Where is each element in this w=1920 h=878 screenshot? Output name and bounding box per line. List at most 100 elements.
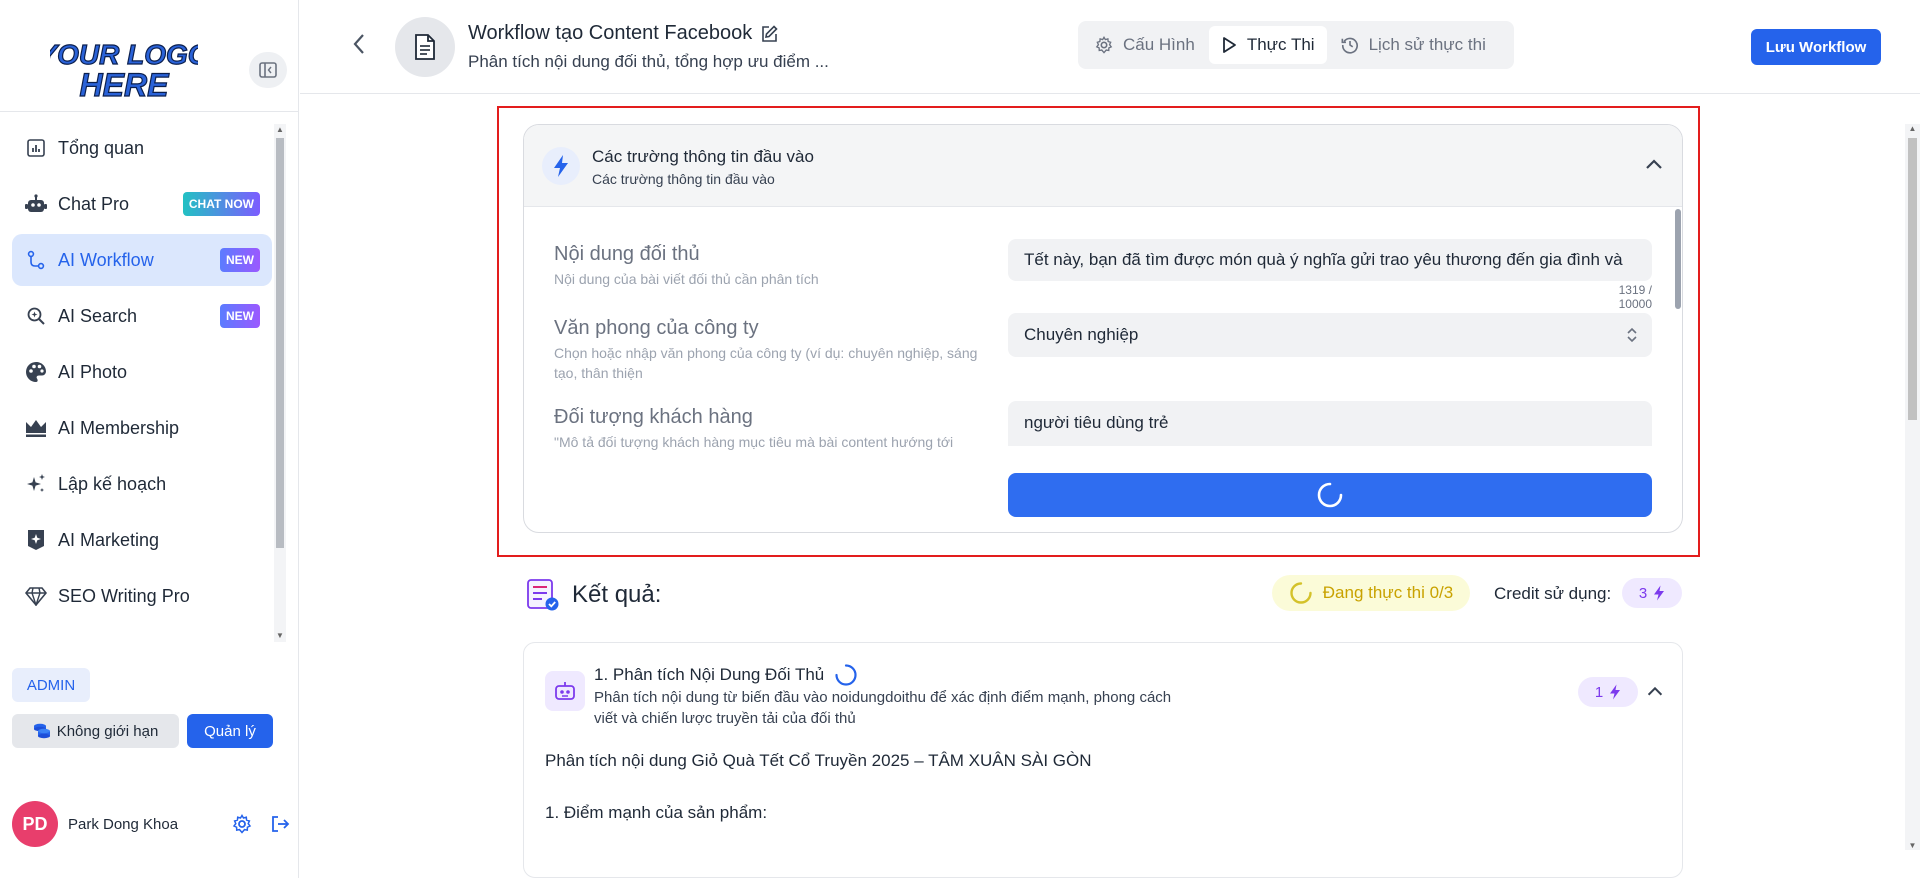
spinner-icon xyxy=(1290,582,1312,604)
sidebar-item-chat-pro[interactable]: Chat Pro CHAT NOW xyxy=(12,178,272,230)
result-header: Kết quả: xyxy=(526,574,661,616)
sidebar: YOUR LOGO HERE Tổng quan Chat Pro CHAT N… xyxy=(0,0,299,878)
workflow-avatar xyxy=(395,17,455,77)
sidebar-item-label: AI Marketing xyxy=(58,529,160,550)
input-card-subtitle: Các trường thông tin đầu vào xyxy=(592,171,775,187)
run-button[interactable] xyxy=(1008,473,1652,517)
plan-limit-button[interactable]: Không giới hạn xyxy=(12,714,179,748)
logout-icon[interactable] xyxy=(268,812,292,836)
step-title: 1. Phân tích Nội Dung Đối Thủ xyxy=(594,665,825,684)
svg-text:YOUR LOGO: YOUR LOGO xyxy=(50,39,198,70)
star-square-icon xyxy=(24,528,48,552)
chart-bar-icon xyxy=(24,136,48,160)
tab-label: Lịch sử thực thi xyxy=(1368,35,1486,54)
back-button[interactable] xyxy=(347,30,371,58)
spinner-icon xyxy=(1317,482,1343,508)
workflow-title: Workflow tạo Content Facebook xyxy=(468,22,753,44)
sidebar-item-label: AI Workflow xyxy=(58,249,154,270)
page-title: Workflow tạo Content Facebook xyxy=(468,22,778,45)
input-card-title: Các trường thông tin đầu vào xyxy=(592,147,814,166)
company-logo[interactable]: YOUR LOGO HERE xyxy=(50,34,198,102)
sidebar-item-label: Chat Pro xyxy=(58,193,130,214)
robot-icon xyxy=(555,682,575,700)
palette-icon xyxy=(24,360,48,384)
scroll-down-arrow[interactable]: ▼ xyxy=(274,630,286,642)
tone-select-value: Chuyên nghiệp xyxy=(1024,325,1139,344)
sidebar-item-ai-search[interactable]: AI Search NEW xyxy=(12,290,272,342)
collapse-sidebar-button[interactable] xyxy=(249,52,287,88)
tab-label: Cấu Hình xyxy=(1123,35,1195,54)
scrollbar-thumb[interactable] xyxy=(1908,138,1917,420)
field-label-van-phong: Văn phong của công ty xyxy=(554,317,759,339)
competitor-content-input[interactable]: Tết này, bạn đã tìm được món quà ý nghĩa… xyxy=(1008,239,1652,281)
scrollbar-thumb[interactable] xyxy=(276,138,284,548)
field-help-noi-dung-doi-thu: Nội dung của bài viết đối thủ cần phân t… xyxy=(554,271,819,287)
manage-button[interactable]: Quản lý xyxy=(187,714,273,748)
step-result-card: 1. Phân tích Nội Dung Đối Thủ Phân tích … xyxy=(523,642,1683,878)
chevron-left-icon xyxy=(353,34,364,54)
workflow-icon xyxy=(24,248,48,272)
sidebar-scrollbar[interactable]: ▲ ▼ xyxy=(274,124,286,642)
new-badge: NEW xyxy=(220,304,260,328)
sidebar-item-ai-workflow[interactable]: AI Workflow NEW xyxy=(12,234,272,286)
step-title-row: 1. Phân tích Nội Dung Đối Thủ xyxy=(594,663,858,687)
output-heading: Phân tích nội dung Giỏ Quà Tết Cổ Truyền… xyxy=(545,751,1092,770)
field-label-noi-dung-doi-thu: Nội dung đối thủ xyxy=(554,243,700,265)
main-scrollbar[interactable]: ▲ ▼ xyxy=(1905,124,1920,850)
step-credit-value: 1 xyxy=(1594,683,1604,701)
tone-select[interactable]: Chuyên nghiệp xyxy=(1008,313,1652,357)
sidebar-item-ai-marketing[interactable]: AI Marketing xyxy=(12,514,272,566)
scroll-up-arrow[interactable]: ▲ xyxy=(274,124,286,136)
lightning-icon xyxy=(1610,684,1621,700)
fields-scrollbar[interactable] xyxy=(1675,209,1681,309)
spinner-icon xyxy=(835,664,857,686)
credit-badge: 3 xyxy=(1622,578,1682,608)
target-audience-input[interactable]: người tiêu dùng trẻ xyxy=(1008,401,1652,446)
sidebar-item-label: AI Membership xyxy=(58,417,180,438)
edit-icon[interactable] xyxy=(760,24,778,43)
sidebar-item-ai-photo[interactable]: AI Photo xyxy=(12,346,272,398)
workflow-header: Workflow tạo Content Facebook Phân tích … xyxy=(300,0,1920,94)
gear-icon[interactable] xyxy=(230,812,254,836)
sidebar-item-lap-ke-hoach[interactable]: Lập kế hoạch xyxy=(12,458,272,510)
avatar[interactable]: PD xyxy=(12,801,58,847)
play-icon xyxy=(1222,37,1236,53)
robot-icon xyxy=(24,192,48,216)
new-badge: NEW xyxy=(220,248,260,272)
role-badge: ADMIN xyxy=(12,668,90,702)
char-counter: 1319 / 10000 xyxy=(1618,283,1652,311)
sidebar-item-seo-writing-pro[interactable]: SEO Writing Pro xyxy=(12,570,272,622)
diamond-icon xyxy=(24,584,48,608)
scroll-down-arrow[interactable]: ▼ xyxy=(1905,841,1920,850)
scroll-up-arrow[interactable]: ▲ xyxy=(1905,124,1920,133)
step-description: Phân tích nội dung từ biến đầu vào noidu… xyxy=(594,689,1172,727)
sidebar-nav: Tổng quan Chat Pro CHAT NOW AI Workflow … xyxy=(12,122,272,626)
sidebar-toggle-icon xyxy=(259,62,277,78)
tab-cau-hinh[interactable]: Cấu Hình xyxy=(1083,26,1207,64)
chevron-up-icon[interactable] xyxy=(1644,681,1666,703)
plan-limit-label: Không giới hạn xyxy=(56,722,159,740)
sidebar-item-label: SEO Writing Pro xyxy=(58,585,190,606)
step-avatar xyxy=(545,671,585,711)
chevron-up-icon[interactable] xyxy=(1642,153,1666,177)
tab-lich-su-thuc-thi[interactable]: Lịch sử thực thi xyxy=(1329,26,1498,64)
input-fields-card: Các trường thông tin đầu vào Các trường … xyxy=(523,124,1683,533)
history-icon xyxy=(1341,37,1358,54)
mode-tabs: Cấu Hình Thực Thi Lịch sử thực thi xyxy=(1078,21,1514,69)
field-help-doi-tuong: "Mô tả đối tượng khách hàng mục tiêu mà … xyxy=(554,434,954,450)
sidebar-item-ai-membership[interactable]: AI Membership xyxy=(12,402,272,454)
svg-text:HERE: HERE xyxy=(80,67,171,102)
tab-label: Thực Thi xyxy=(1246,35,1315,54)
tab-thuc-thi[interactable]: Thực Thi xyxy=(1208,26,1327,64)
lightning-icon xyxy=(554,155,568,177)
sidebar-item-label: Lập kế hoạch xyxy=(58,473,167,494)
sidebar-divider xyxy=(0,111,299,112)
status-badge: Đang thực thi 0/3 xyxy=(1272,575,1470,611)
field-label-doi-tuong: Đối tượng khách hàng xyxy=(554,406,753,428)
save-workflow-button[interactable]: Lưu Workflow xyxy=(1751,29,1881,65)
step-credit-badge: 1 xyxy=(1578,677,1638,707)
document-icon xyxy=(415,34,435,60)
input-card-header[interactable]: Các trường thông tin đầu vào Các trường … xyxy=(524,125,1682,207)
sidebar-item-tong-quan[interactable]: Tổng quan xyxy=(12,122,272,174)
status-text: Đang thực thi 0/3 xyxy=(1322,583,1454,602)
